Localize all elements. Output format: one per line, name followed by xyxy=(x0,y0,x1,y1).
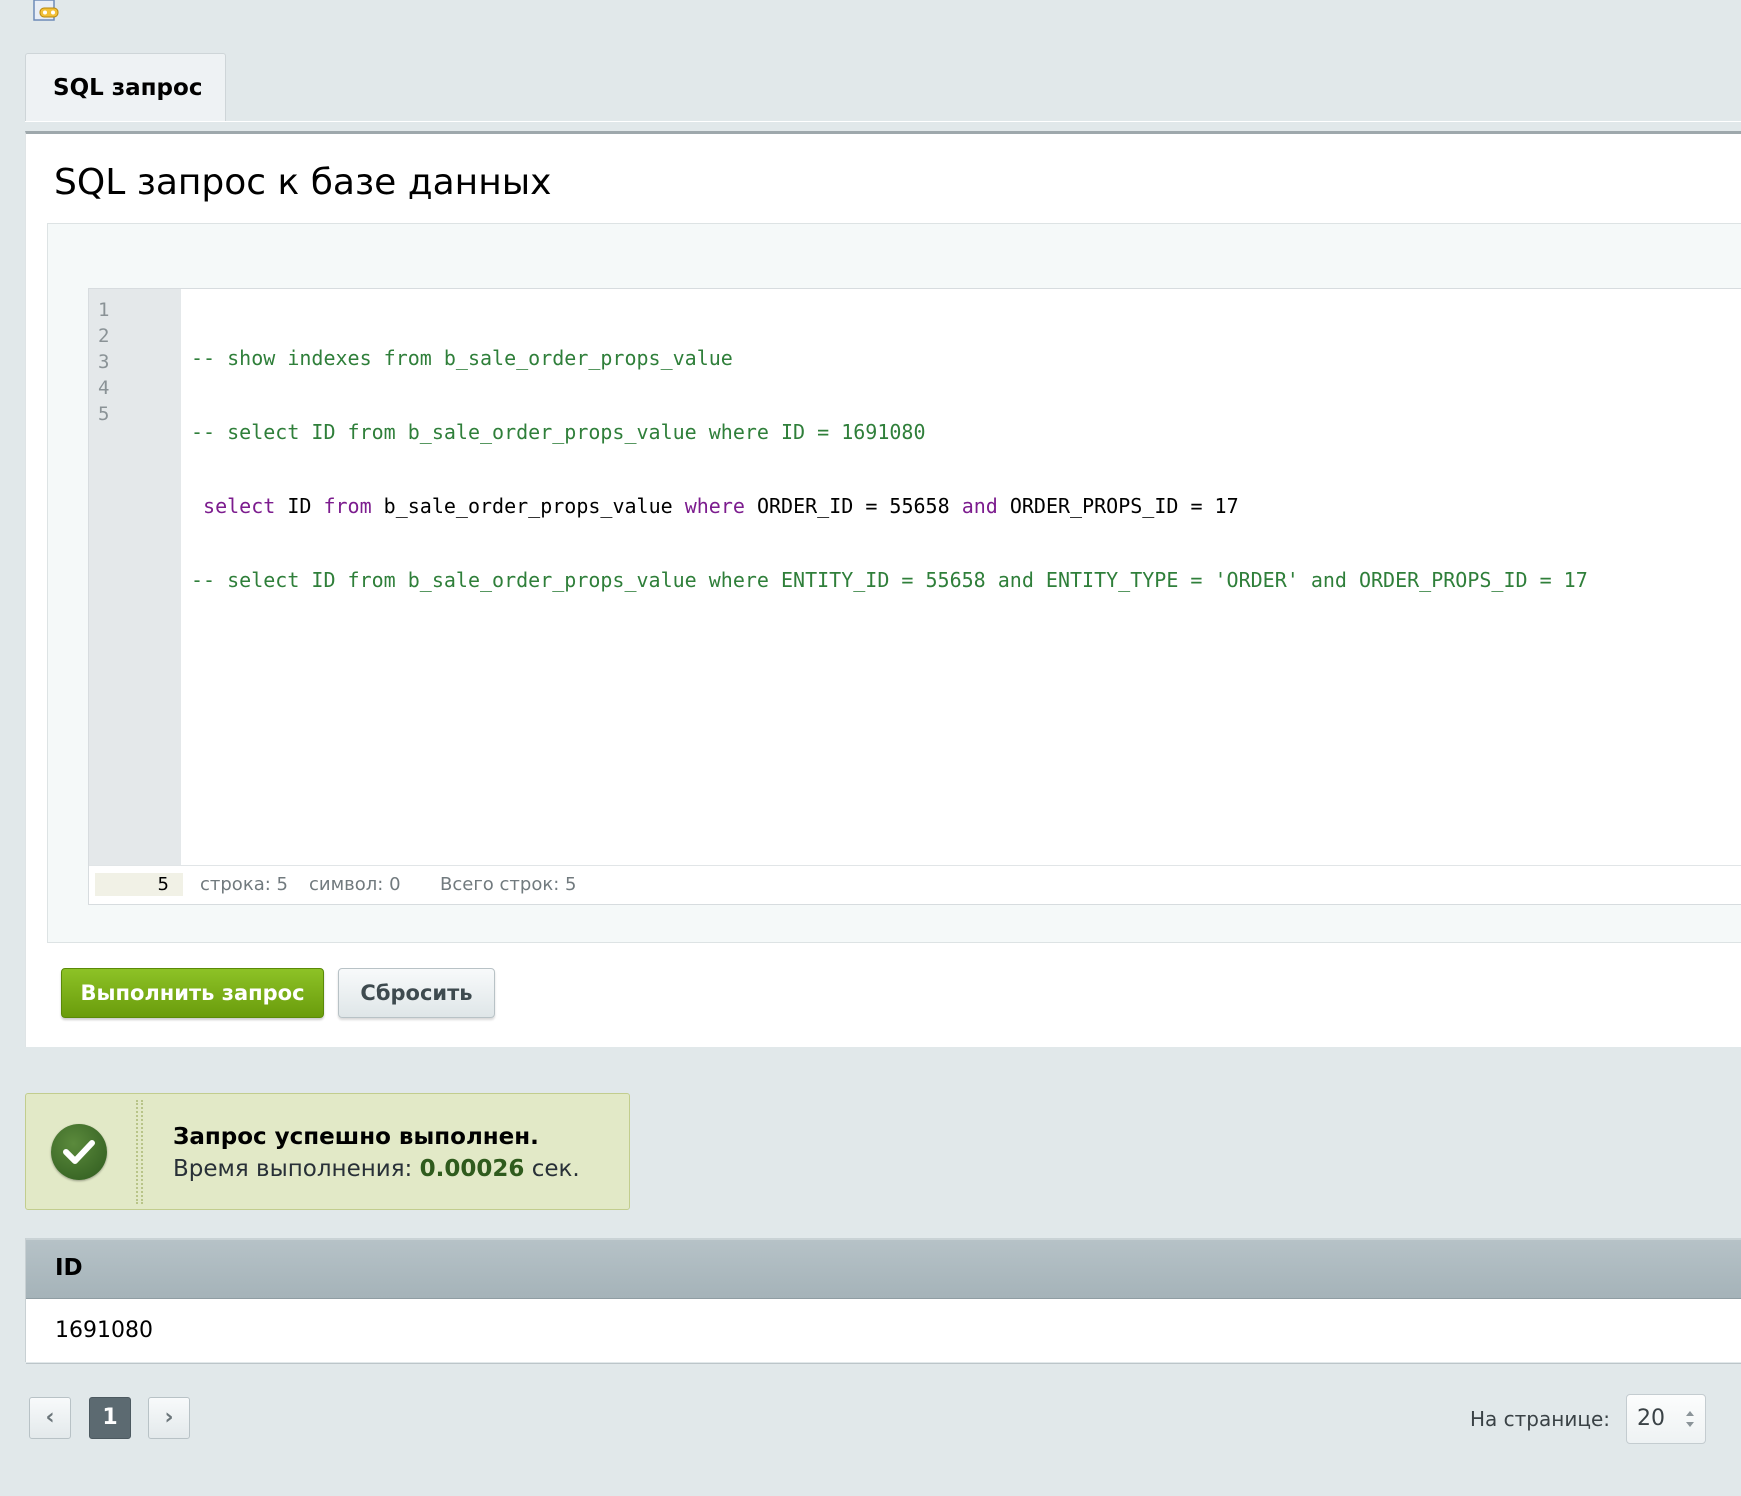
message-divider xyxy=(141,1100,143,1204)
line-number: 5 xyxy=(98,403,110,425)
line-number: 1 xyxy=(98,299,110,321)
code-condition: ORDER_ID = 55658 xyxy=(744,494,962,518)
keyword-from: from xyxy=(323,494,372,518)
per-page-label: На странице: xyxy=(1470,1407,1610,1431)
status-total-lines: Всего строк: 5 xyxy=(440,874,577,895)
code-condition: ORDER_PROPS_ID = 17 xyxy=(997,494,1239,518)
code-identifier: ID xyxy=(275,494,324,518)
next-page-button[interactable]: › xyxy=(148,1397,190,1439)
execution-time-label: Время выполнения: xyxy=(173,1156,420,1182)
keyword-and: and xyxy=(961,494,998,518)
current-line-indicator: 5 xyxy=(95,873,183,896)
reset-button[interactable]: Сбросить xyxy=(338,968,495,1018)
line-number-gutter: 1 2 3 4 5 xyxy=(89,289,181,866)
code-line-comment: -- show indexes from b_sale_order_props_… xyxy=(191,346,733,370)
editor-container: 1 2 3 4 5 -- show indexes from b_sale_or… xyxy=(47,223,1741,943)
tab-sql-query[interactable]: SQL запрос xyxy=(25,53,226,121)
execution-time: Время выполнения: 0.00026 сек. xyxy=(173,1156,580,1182)
success-message: Запрос успешно выполнен. Время выполнени… xyxy=(25,1093,630,1210)
checkmark-icon xyxy=(51,1124,107,1180)
run-query-button[interactable]: Выполнить запрос xyxy=(61,968,324,1018)
line-number: 3 xyxy=(98,351,110,373)
select-arrows-icon xyxy=(1686,1411,1694,1427)
tab-divider xyxy=(25,121,1741,122)
status-row: строка: 5 xyxy=(200,874,288,895)
table-row[interactable]: 1691080 xyxy=(26,1299,1741,1364)
sql-code-area[interactable]: -- show indexes from b_sale_order_props_… xyxy=(191,297,1741,866)
keyword-select: select xyxy=(191,494,276,518)
execution-time-value: 0.00026 xyxy=(419,1156,525,1182)
line-number: 2 xyxy=(98,325,110,347)
execution-time-unit: сек. xyxy=(524,1156,580,1182)
results-table: ID 1691080 xyxy=(25,1238,1741,1364)
sql-panel: SQL запрос к базе данных 1 2 3 4 5 -- sh… xyxy=(25,131,1741,1047)
sql-editor[interactable]: 1 2 3 4 5 -- show indexes from b_sale_or… xyxy=(88,288,1741,905)
prev-page-button[interactable]: ‹ xyxy=(29,1397,71,1439)
column-header-id[interactable]: ID xyxy=(26,1238,1741,1299)
per-page-value: 20 xyxy=(1637,1406,1665,1431)
code-line-active-query: select ID from b_sale_order_props_value … xyxy=(191,493,1741,519)
current-page-button[interactable]: 1 xyxy=(89,1397,131,1439)
code-line-comment: -- select ID from b_sale_order_props_val… xyxy=(191,568,1588,592)
per-page-select[interactable]: 20 xyxy=(1626,1394,1706,1444)
sql-module-icon xyxy=(33,0,59,21)
status-column: символ: 0 xyxy=(309,874,401,895)
line-number: 4 xyxy=(98,377,110,399)
message-divider xyxy=(136,1100,138,1204)
message-title: Запрос успешно выполнен. xyxy=(173,1124,539,1150)
code-table-name: b_sale_order_props_value xyxy=(371,494,685,518)
editor-status-bar: 5 строка: 5 символ: 0 Всего строк: 5 xyxy=(89,865,1741,904)
code-line-comment: -- select ID from b_sale_order_props_val… xyxy=(191,420,926,444)
keyword-where: where xyxy=(684,494,745,518)
page-title: SQL запрос к базе данных xyxy=(54,162,552,203)
